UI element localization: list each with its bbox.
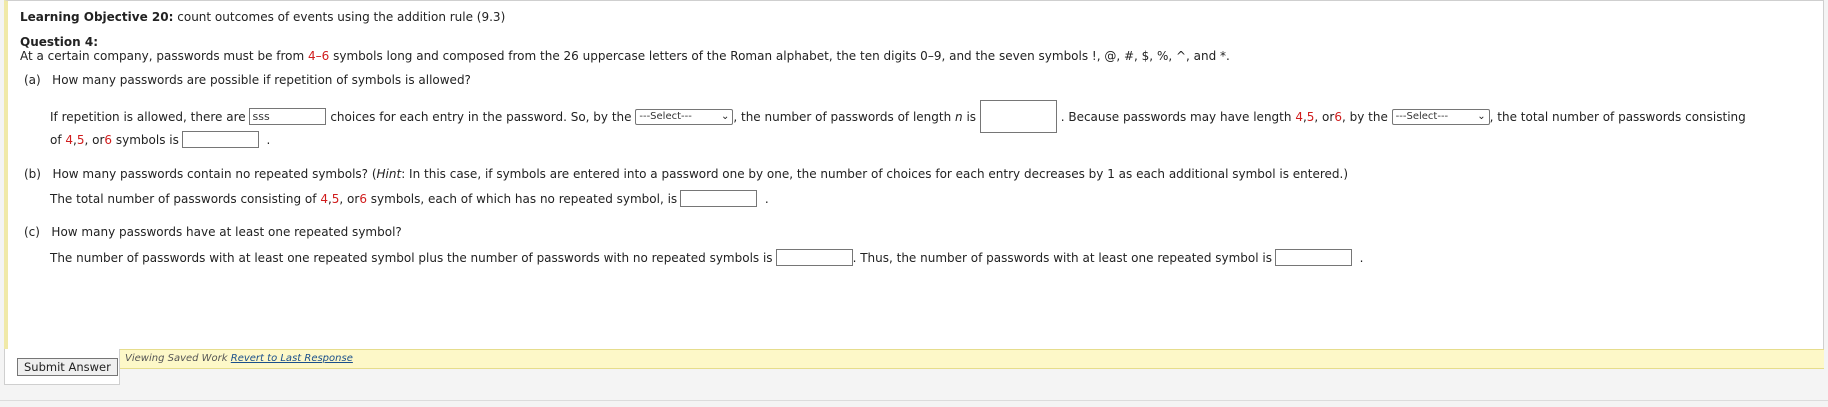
part-a-answer-line-2: of 4, 5, or 6 symbols is . xyxy=(50,131,271,148)
no-repeat-passwords-input[interactable] xyxy=(680,190,758,207)
saved-work-text: Viewing Saved Work Revert to Last Respon… xyxy=(125,353,353,364)
part-b-answer-line: The total number of passwords consisting… xyxy=(50,190,769,207)
question-label: Question 4: xyxy=(20,35,98,49)
submit-area: Submit Answer xyxy=(4,349,120,385)
objective-text: count outcomes of events using the addit… xyxy=(177,10,506,24)
sum-passwords-input[interactable] xyxy=(775,249,853,266)
passwords-length-n-input[interactable] xyxy=(979,100,1057,133)
total-passwords-repetition-input[interactable] xyxy=(181,131,259,148)
revert-link[interactable]: Revert to Last Response xyxy=(231,353,353,364)
submit-answer-button[interactable]: Submit Answer xyxy=(17,358,118,376)
bottom-divider xyxy=(0,400,1828,401)
choices-per-entry-input[interactable]: sss xyxy=(249,108,327,125)
part-c-answer-line: The number of passwords with at least on… xyxy=(50,249,1364,266)
rule-select-1[interactable]: ---Select--- ⌄ xyxy=(635,108,734,125)
saved-work-bar: Viewing Saved Work Revert to Last Respon… xyxy=(120,349,1824,369)
rule-select-2[interactable]: ---Select--- ⌄ xyxy=(1391,108,1490,125)
chevron-down-icon: ⌄ xyxy=(720,111,730,122)
objective-label: Learning Objective 20: xyxy=(20,10,174,24)
part-b-question: (b) How many passwords contain no repeat… xyxy=(24,167,1349,181)
repeated-passwords-input[interactable] xyxy=(1274,249,1352,266)
part-c-question: (c) How many passwords have at least one… xyxy=(24,225,402,239)
question-intro: At a certain company, passwords must be … xyxy=(20,49,1230,63)
chevron-down-icon: ⌄ xyxy=(1477,111,1486,122)
learning-objective: Learning Objective 20: count outcomes of… xyxy=(20,10,505,24)
part-a-question: (a) How many passwords are possible if r… xyxy=(24,73,471,87)
question-panel: Learning Objective 20: count outcomes of… xyxy=(4,0,1824,350)
part-a-answer-line-1: If repetition is allowed, there are sss … xyxy=(50,100,1746,133)
